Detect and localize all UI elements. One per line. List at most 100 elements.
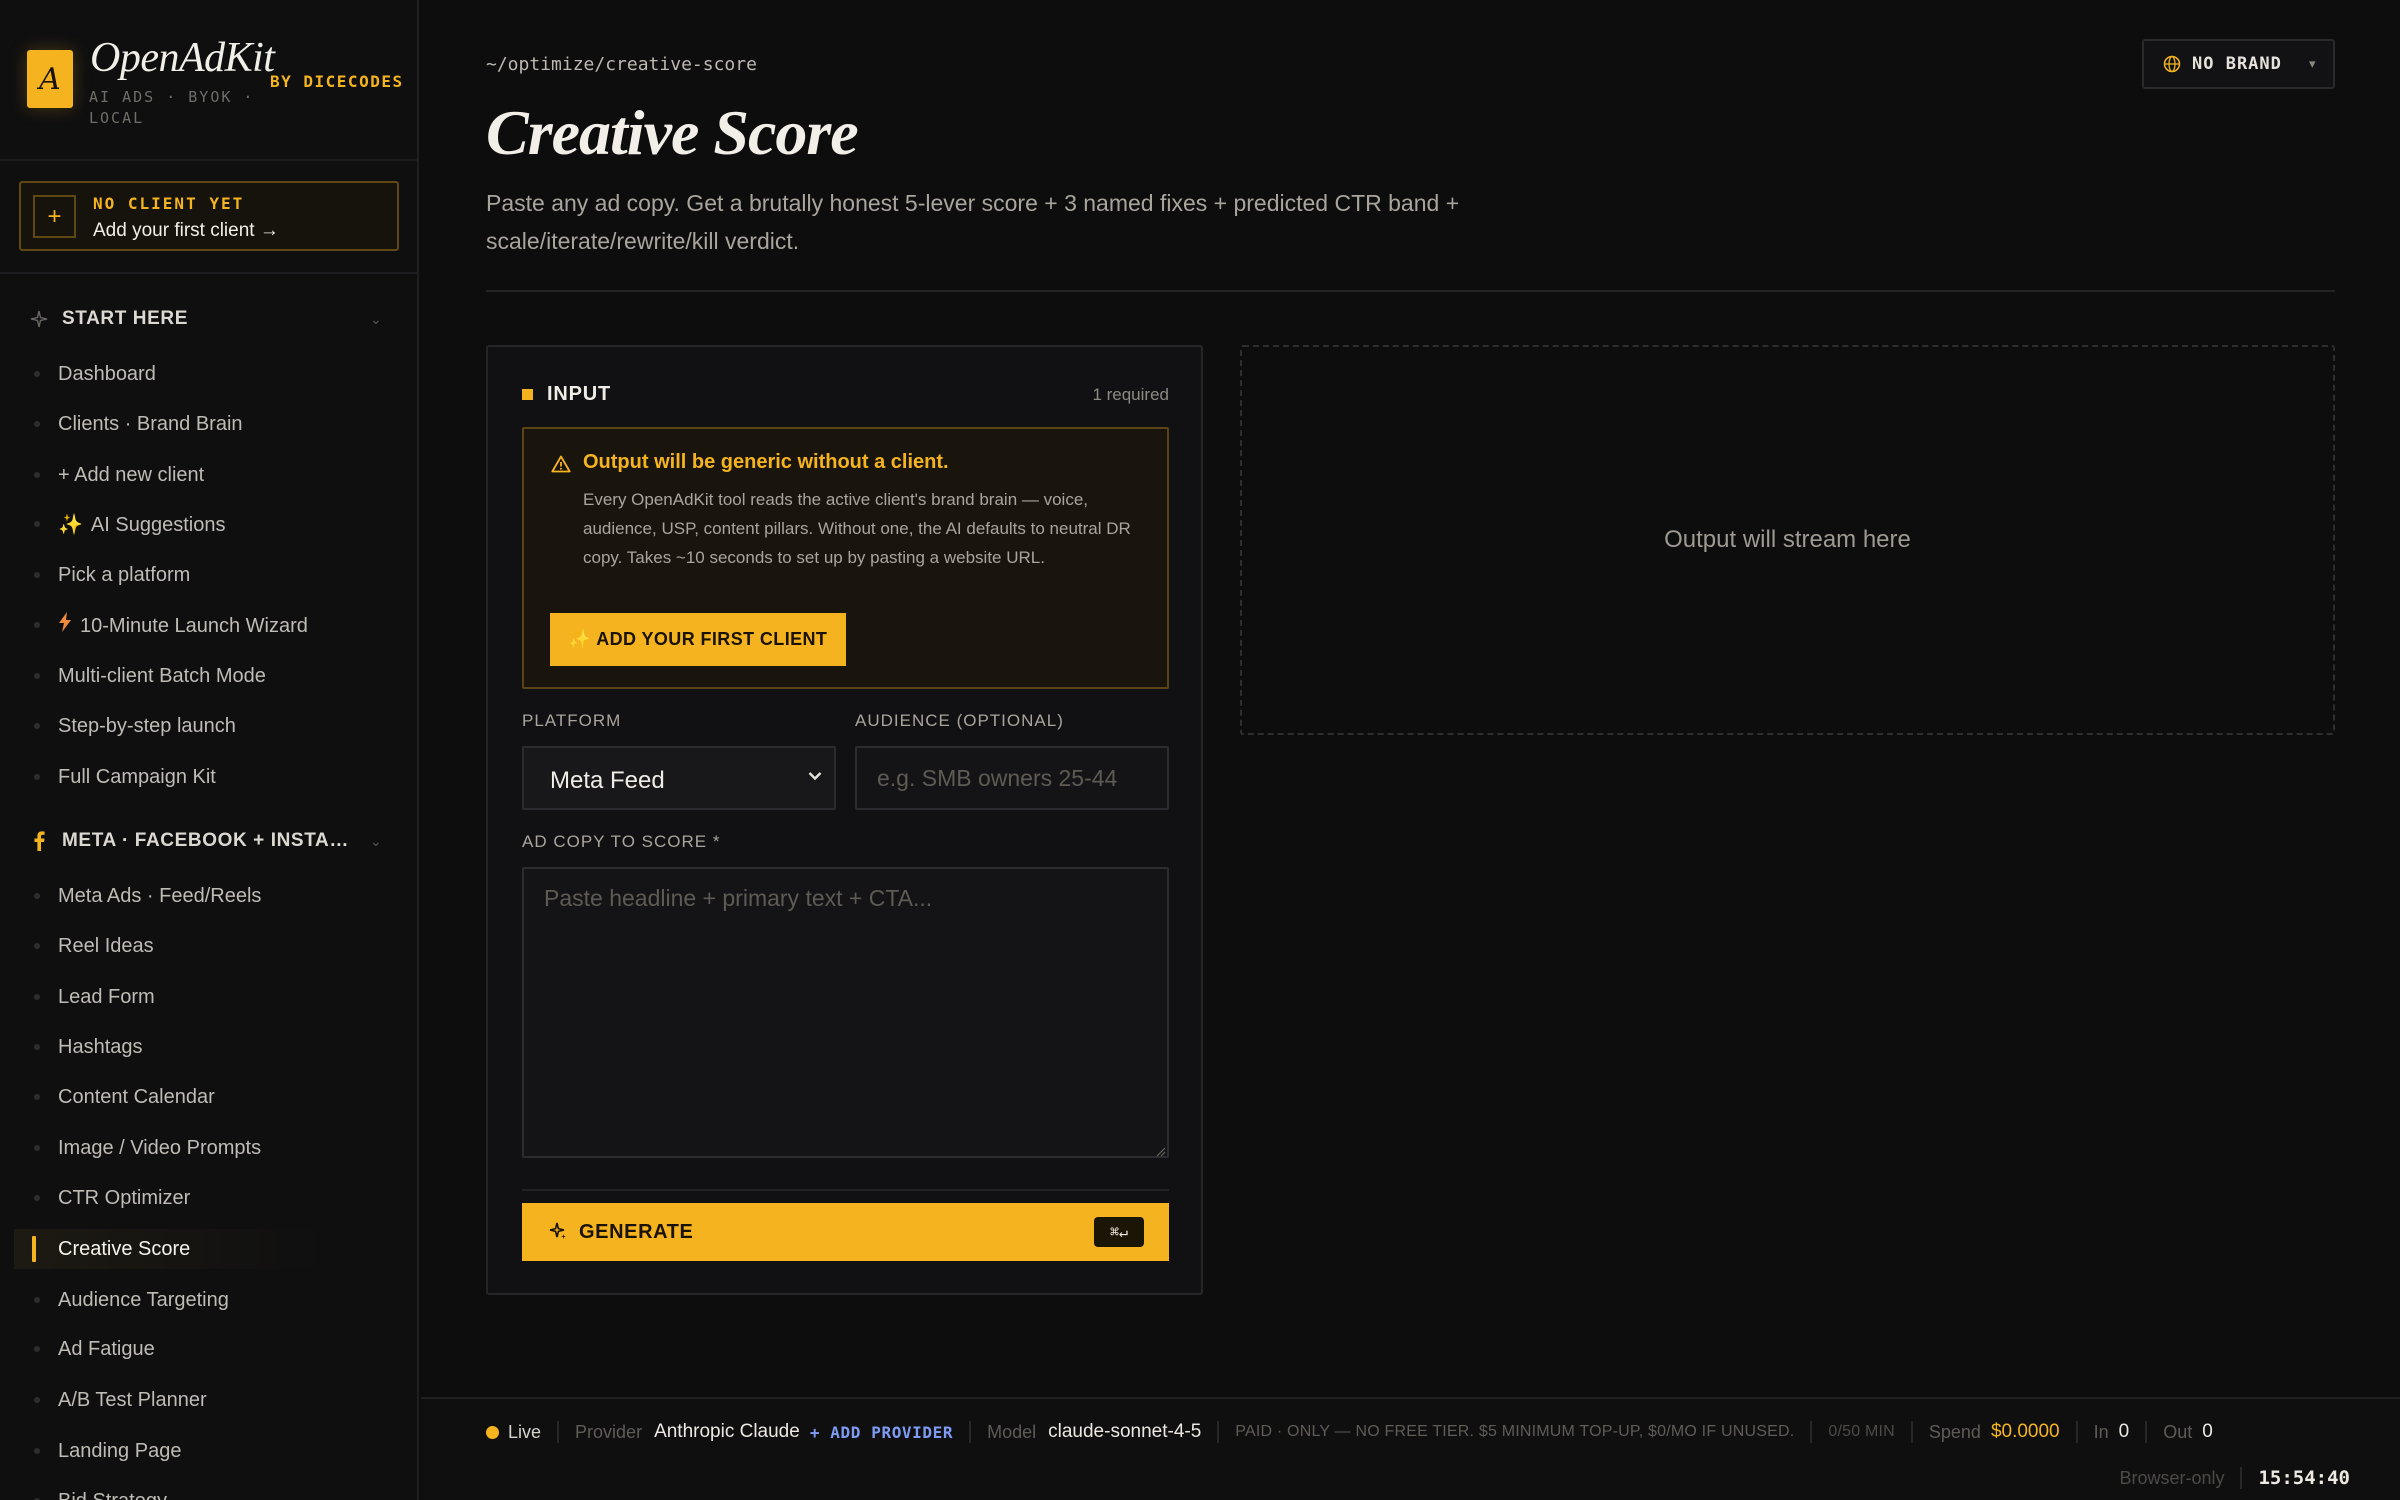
input-panel-header: INPUT bbox=[522, 383, 611, 406]
facebook-icon bbox=[29, 831, 49, 851]
required-count: 1 required bbox=[1092, 385, 1169, 404]
provider-name[interactable]: Anthropic Claude bbox=[654, 1421, 800, 1443]
status-row-secondary: Browser-only 15:54:40 bbox=[2119, 1463, 2350, 1493]
sidebar-item-content-calendar[interactable]: Content Calendar bbox=[14, 1077, 314, 1117]
active-indicator bbox=[32, 1236, 36, 1262]
input-panel: INPUT 1 required Output will be generic … bbox=[486, 345, 1203, 1295]
add-client-card[interactable]: + NO CLIENT YET Add your first client → bbox=[19, 181, 399, 251]
platform-selected-value: Meta Feed bbox=[550, 767, 665, 794]
keyboard-shortcut-badge: ⌘↵ bbox=[1094, 1217, 1144, 1247]
sidebar-item-hashtags[interactable]: Hashtags bbox=[14, 1027, 314, 1067]
sidebar-item-lead-form[interactable]: Lead Form bbox=[14, 977, 314, 1017]
page-title: Creative Score bbox=[486, 97, 859, 168]
sidebar-item-reel-ideas[interactable]: Reel Ideas bbox=[14, 926, 314, 966]
output-area: Output will stream here bbox=[1240, 345, 2335, 735]
sparkles-icon: ✨ bbox=[58, 513, 83, 536]
tokens-in-value: 0 bbox=[2118, 1421, 2130, 1442]
audience-label: AUDIENCE (OPTIONAL) bbox=[855, 711, 1064, 730]
client-status: NO CLIENT YET bbox=[93, 194, 245, 213]
sidebar-item-pick-platform[interactable]: Pick a platform bbox=[14, 555, 314, 595]
adcopy-textarea[interactable] bbox=[522, 867, 1169, 1158]
brand-selector[interactable]: NO BRAND ▾ bbox=[2142, 39, 2335, 89]
sidebar-item-ctr-optimizer[interactable]: CTR Optimizer bbox=[14, 1178, 314, 1218]
sparkle-icon bbox=[549, 1222, 567, 1243]
app-root: A OpenAdKit AI ADS · BYOK · LOCAL BY DIC… bbox=[0, 0, 2400, 1500]
sidebar-item-label: Audience Targeting bbox=[58, 1288, 229, 1311]
separator bbox=[2240, 1467, 2243, 1489]
chevron-down-icon: ⌄ bbox=[370, 310, 382, 327]
sidebar-item-step-launch[interactable]: Step-by-step launch bbox=[14, 706, 314, 746]
sidebar-item-label: Image / Video Prompts bbox=[58, 1136, 262, 1159]
tokens-out-label: Out bbox=[2163, 1421, 2193, 1442]
brand-selector-label: NO BRAND bbox=[2192, 54, 2282, 74]
sidebar-item-bid-strategy[interactable]: Bid Strategy bbox=[14, 1481, 314, 1500]
add-provider-link[interactable]: + ADD PROVIDER bbox=[810, 1423, 953, 1442]
separator bbox=[1217, 1421, 1220, 1443]
bullet-icon bbox=[34, 572, 40, 578]
generate-button[interactable]: GENERATE ⌘↵ bbox=[522, 1203, 1169, 1261]
warning-body: Every OpenAdKit tool reads the active cl… bbox=[583, 490, 1131, 567]
section-label: START HERE bbox=[62, 308, 188, 329]
sidebar-item-ad-fatigue[interactable]: Ad Fatigue bbox=[14, 1329, 314, 1369]
add-client-link[interactable]: Add your first client → bbox=[93, 220, 279, 242]
sidebar-item-meta-ads[interactable]: Meta Ads · Feed/Reels bbox=[14, 876, 314, 916]
platform-select[interactable]: Meta Feed bbox=[522, 746, 836, 810]
bullet-icon bbox=[34, 1094, 40, 1100]
sidebar-item-label: Clients · Brand Brain bbox=[58, 412, 243, 435]
page-description: Paste any ad copy. Get a brutally honest… bbox=[486, 190, 1460, 254]
model-name[interactable]: claude-sonnet-4-5 bbox=[1048, 1421, 1201, 1443]
lightning-icon bbox=[58, 612, 72, 638]
sidebar-item-image-video-prompts[interactable]: Image / Video Prompts bbox=[14, 1128, 314, 1168]
sidebar-item-batch-mode[interactable]: Multi-client Batch Mode bbox=[14, 656, 314, 696]
separator bbox=[1810, 1421, 1813, 1443]
bullet-icon bbox=[34, 994, 40, 1000]
live-indicator-icon bbox=[486, 1425, 499, 1439]
brand-logo[interactable]: A bbox=[27, 50, 73, 108]
brand-header: A OpenAdKit AI ADS · BYOK · LOCAL BY DIC… bbox=[0, 0, 417, 161]
section-meta[interactable]: META · FACEBOOK + INSTAGRAM ⌄ bbox=[0, 821, 417, 861]
square-marker-icon bbox=[522, 389, 533, 400]
sidebar-item-label: CTR Optimizer bbox=[58, 1186, 191, 1209]
sidebar-item-label: Hashtags bbox=[58, 1035, 143, 1058]
sidebar-item-label: Landing Page bbox=[58, 1439, 182, 1462]
tokens-out-value: 0 bbox=[2202, 1421, 2213, 1442]
bullet-icon bbox=[34, 1448, 40, 1454]
main-content: ~/optimize/creative-score Creative Score… bbox=[421, 0, 2400, 1397]
header-divider bbox=[486, 290, 2335, 292]
input-panel-title: INPUT bbox=[547, 383, 611, 405]
brand-by-label: BY DICECODES bbox=[270, 72, 404, 91]
section-start-here[interactable]: START HERE ⌄ bbox=[0, 299, 417, 339]
sidebar-item-creative-score[interactable]: Creative Score bbox=[14, 1229, 324, 1269]
generate-label: GENERATE bbox=[579, 1220, 694, 1243]
add-first-client-button[interactable]: ✨ ADD YOUR FIRST CLIENT bbox=[550, 613, 846, 666]
sidebar-item-launch-wizard[interactable]: 10-Minute Launch Wizard bbox=[14, 605, 314, 645]
sidebar-item-dashboard[interactable]: Dashboard bbox=[14, 354, 314, 394]
no-client-warning: Output will be generic without a client.… bbox=[522, 427, 1169, 689]
sidebar-item-add-client[interactable]: + Add new client bbox=[14, 455, 314, 495]
section-label: META · FACEBOOK + INSTAGRAM bbox=[62, 830, 357, 851]
separator bbox=[2145, 1421, 2148, 1443]
warning-title: Output will be generic without a client. bbox=[583, 451, 949, 473]
spend-value: $0.0000 bbox=[1990, 1421, 2060, 1442]
sidebar-item-label: Creative Score bbox=[58, 1237, 191, 1260]
globe-icon bbox=[2163, 55, 2181, 78]
sidebar-item-campaign-kit[interactable]: Full Campaign Kit bbox=[14, 757, 314, 797]
sidebar-item-landing-page[interactable]: Landing Page bbox=[14, 1431, 314, 1471]
sidebar-item-ai-suggestions[interactable]: ✨ AI Suggestions bbox=[14, 504, 314, 544]
sidebar-item-label: Ad Fatigue bbox=[58, 1337, 155, 1360]
sidebar-item-label: Multi-client Batch Mode bbox=[58, 664, 266, 687]
audience-input[interactable] bbox=[855, 746, 1169, 810]
sidebar-item-clients[interactable]: Clients · Brand Brain bbox=[14, 404, 314, 444]
client-switcher-area: + NO CLIENT YET Add your first client → bbox=[0, 161, 417, 274]
warning-icon bbox=[551, 455, 571, 478]
sidebar-item-label: Lead Form bbox=[58, 985, 155, 1008]
sidebar-item-label: Content Calendar bbox=[58, 1085, 215, 1108]
sidebar-item-audience-targeting[interactable]: Audience Targeting bbox=[14, 1280, 314, 1320]
bullet-icon bbox=[34, 723, 40, 729]
brand-name: OpenAdKit bbox=[90, 35, 275, 81]
bullet-icon bbox=[34, 421, 40, 427]
bullet-icon bbox=[34, 472, 40, 478]
bullet-icon bbox=[34, 1195, 40, 1201]
resize-handle-icon[interactable] bbox=[1156, 1144, 1166, 1157]
sidebar-item-ab-test[interactable]: A/B Test Planner bbox=[14, 1380, 314, 1420]
